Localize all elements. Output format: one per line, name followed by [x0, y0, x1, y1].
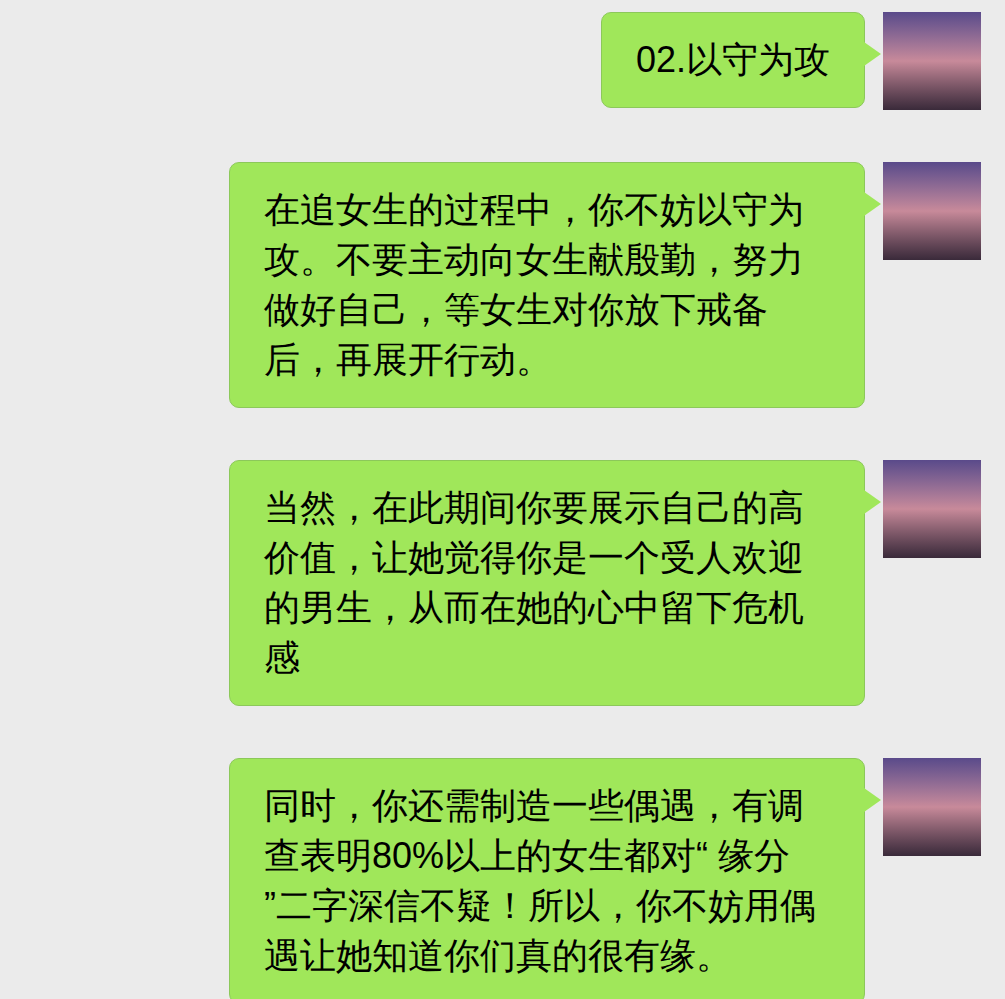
message-row: 02.以守为攻 [24, 12, 981, 110]
avatar-photo[interactable] [883, 162, 981, 260]
message-row: 在追女生的过程中，你不妨以守为攻。不要主动向女生献殷勤，努力做好自己，等女生对你… [24, 162, 981, 408]
message-bubble[interactable]: 在追女生的过程中，你不妨以守为攻。不要主动向女生献殷勤，努力做好自己，等女生对你… [229, 162, 865, 408]
bubble-tail [864, 788, 881, 812]
message-row: 当然，在此期间你要展示自己的高价值，让她觉得你是一个受人欢迎的男生，从而在她的心… [24, 460, 981, 706]
avatar-photo[interactable] [883, 460, 981, 558]
message-row: 同时，你还需制造一些偶遇，有调查表明80%以上的女生都对“ 缘分 ”二字深信不疑… [24, 758, 981, 999]
bubble-tail [864, 490, 881, 514]
message-bubble[interactable]: 同时，你还需制造一些偶遇，有调查表明80%以上的女生都对“ 缘分 ”二字深信不疑… [229, 758, 865, 999]
chat-window: 02.以守为攻在追女生的过程中，你不妨以守为攻。不要主动向女生献殷勤，努力做好自… [0, 0, 1005, 999]
bubble-tail [864, 42, 881, 66]
message-bubble[interactable]: 02.以守为攻 [601, 12, 865, 108]
message-bubble[interactable]: 当然，在此期间你要展示自己的高价值，让她觉得你是一个受人欢迎的男生，从而在她的心… [229, 460, 865, 706]
bubble-tail [864, 192, 881, 216]
avatar-photo[interactable] [883, 12, 981, 110]
avatar-photo[interactable] [883, 758, 981, 856]
